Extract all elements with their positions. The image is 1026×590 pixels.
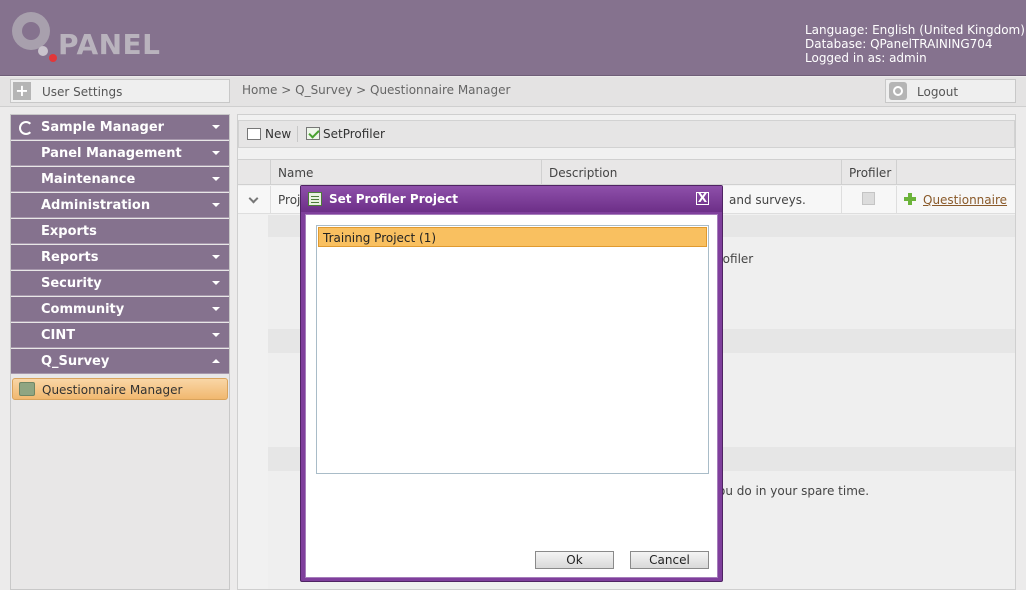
expand-column-header: [238, 160, 270, 185]
sidebar-item-community[interactable]: Community: [11, 297, 229, 322]
chevron-down-icon: [212, 125, 220, 129]
logo-red-dot: [49, 54, 57, 62]
sidebar: Sample Manager Panel Management Maintena…: [10, 114, 230, 590]
breadcrumb: Home > Q_Survey > Questionnaire Manager: [242, 83, 511, 97]
chevron-down-icon: [212, 151, 220, 155]
sidebar-item-maintenance[interactable]: Maintenance: [11, 167, 229, 192]
set-profiler-icon: [306, 127, 320, 140]
top-strip: + User Settings Home > Q_Survey > Questi…: [0, 77, 1026, 107]
ok-button[interactable]: Ok: [535, 551, 614, 569]
profiler-text: rofiler: [718, 252, 754, 266]
expand-cell[interactable]: [238, 186, 270, 214]
sidebar-item-label: Exports: [41, 224, 97, 239]
dialog-body: Training Project (1) Ok Cancel: [305, 214, 718, 578]
new-icon: [247, 128, 261, 140]
sidebar-item-label: Sample Manager: [41, 120, 165, 135]
profiler-cell: [841, 186, 896, 214]
session-info: Language: English (United Kingdom) Datab…: [805, 23, 1025, 65]
logo-dot: [38, 46, 48, 56]
add-icon: [904, 193, 916, 205]
toolbar-divider: [297, 126, 298, 142]
sidebar-item-label: Maintenance: [41, 172, 136, 187]
chevron-down-icon: [212, 177, 220, 181]
sidebar-item-panel-management[interactable]: Panel Management: [11, 141, 229, 166]
language-info: Language: English (United Kingdom): [805, 23, 1025, 37]
chevron-down-icon[interactable]: [248, 193, 259, 204]
sidebar-subitem-label: Questionnaire Manager: [42, 383, 183, 397]
list-item-label: Training Project (1): [323, 231, 437, 245]
profiler-checkbox[interactable]: [862, 192, 875, 205]
sidebar-item-label: Panel Management: [41, 146, 182, 161]
dialog-title: Set Profiler Project: [329, 192, 458, 206]
chevron-down-icon: [212, 255, 220, 259]
grid-header: Name Description Profiler: [238, 159, 1015, 185]
list-item[interactable]: Training Project (1): [318, 227, 707, 247]
grid-toolbar: New SetProfiler: [238, 120, 1015, 148]
plus-icon: +: [13, 82, 31, 100]
sidebar-item-reports[interactable]: Reports: [11, 245, 229, 270]
sidebar-item-label: Community: [41, 302, 125, 317]
sidebar-item-label: Reports: [41, 250, 99, 265]
questionnaire-icon: [19, 382, 35, 396]
sidebar-item-security[interactable]: Security: [11, 271, 229, 296]
description-text: and surveys.: [729, 193, 806, 207]
actions-cell: Questionnaire: [896, 186, 1015, 214]
sidebar-item-label: Administration: [41, 198, 151, 213]
cancel-button[interactable]: Cancel: [630, 551, 709, 569]
logged-in-info: Logged in as: admin: [805, 51, 927, 65]
sidebar-item-exports[interactable]: Exports: [11, 219, 229, 244]
set-profiler-button[interactable]: SetProfiler: [323, 127, 385, 141]
project-listbox[interactable]: Training Project (1): [316, 225, 709, 474]
sidebar-item-sample-manager[interactable]: Sample Manager: [11, 115, 229, 140]
logout-label: Logout: [917, 85, 959, 99]
column-header-name[interactable]: Name: [270, 160, 541, 185]
column-header-description[interactable]: Description: [541, 160, 841, 185]
user-settings-button[interactable]: + User Settings: [10, 79, 230, 103]
database-info: Database: QPanelTRAINING704: [805, 37, 993, 51]
new-button[interactable]: New: [265, 127, 291, 141]
logo-text: PANEL: [58, 28, 161, 61]
column-header-profiler[interactable]: Profiler: [841, 160, 896, 185]
sidebar-item-label: Q_Survey: [41, 354, 110, 369]
chevron-down-icon: [212, 203, 220, 207]
column-header-actions: [896, 160, 1015, 185]
sidebar-item-label: CINT: [41, 328, 76, 343]
list-icon: [308, 192, 322, 206]
chevron-up-icon: [212, 359, 220, 363]
refresh-icon: [19, 121, 33, 135]
questionnaire-link[interactable]: Questionnaire: [923, 193, 1007, 207]
app-header: PANEL Language: English (United Kingdom)…: [0, 0, 1026, 76]
dialog-title-bar[interactable]: Set Profiler Project X: [301, 186, 722, 212]
sidebar-item-administration[interactable]: Administration: [11, 193, 229, 218]
close-icon[interactable]: X: [696, 192, 709, 205]
user-settings-label: User Settings: [42, 85, 123, 99]
chevron-down-icon: [212, 281, 220, 285]
sidebar-item-cint[interactable]: CINT: [11, 323, 229, 348]
sidebar-item-questionnaire-manager[interactable]: Questionnaire Manager: [12, 378, 228, 400]
spare-time-text: ou do in your spare time.: [718, 484, 870, 498]
logo-q-mark: [12, 12, 50, 50]
set-profiler-dialog: Set Profiler Project X Training Project …: [300, 185, 723, 582]
qpanel-logo: PANEL: [12, 12, 172, 64]
logout-button[interactable]: Logout: [885, 79, 1016, 103]
power-icon: [889, 82, 907, 100]
chevron-down-icon: [212, 333, 220, 337]
chevron-down-icon: [212, 307, 220, 311]
sidebar-item-q-survey[interactable]: Q_Survey: [11, 349, 229, 374]
sidebar-item-label: Security: [41, 276, 102, 291]
